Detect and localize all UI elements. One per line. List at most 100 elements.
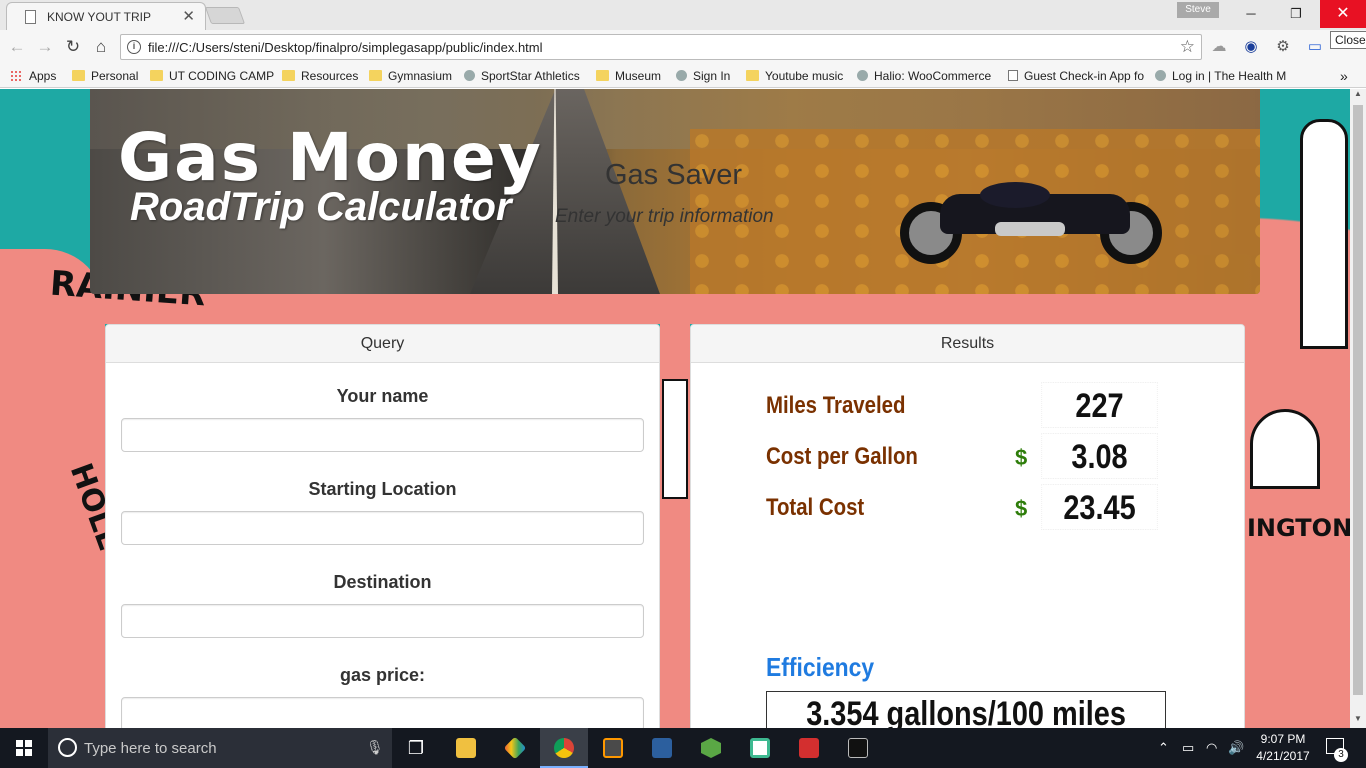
profile-badge[interactable]: Steve xyxy=(1177,2,1219,18)
bookmark-sign-in[interactable]: Sign In xyxy=(676,68,730,84)
close-tooltip: Close xyxy=(1330,31,1366,49)
volume-icon[interactable]: 🔊 xyxy=(1228,728,1244,768)
destination-input[interactable] xyxy=(121,604,644,638)
page-icon xyxy=(25,10,36,24)
bookmark-health[interactable]: Log in | The Health M xyxy=(1155,68,1291,84)
close-window-button[interactable]: ✕ xyxy=(1320,0,1366,28)
minimize-button[interactable]: ─ xyxy=(1228,0,1274,28)
map-decoration-skyscraper xyxy=(1300,119,1348,349)
bookmark-label: UT CODING CAMP xyxy=(169,69,275,83)
show-hidden-icons-icon[interactable]: ⌃ xyxy=(1158,728,1169,768)
gas-price-label: gas price: xyxy=(339,665,426,685)
folder-icon xyxy=(369,70,382,81)
bookmark-ut-coding-camp[interactable]: UT CODING CAMP xyxy=(150,68,274,84)
tab-close-icon[interactable]: ✕ xyxy=(182,7,195,25)
bookmark-personal[interactable]: Personal xyxy=(72,68,138,84)
git-app-icon[interactable] xyxy=(491,728,539,768)
search-placeholder: Type here to search xyxy=(84,740,217,757)
more-bookmarks-icon[interactable]: » xyxy=(1340,68,1348,84)
scrollbar-thumb[interactable] xyxy=(1353,105,1363,695)
bookmark-apps[interactable]: Apps xyxy=(10,68,56,84)
bookmarks-bar: Apps Personal UT CODING CAMP Resources G… xyxy=(0,64,1366,88)
vscode-icon[interactable] xyxy=(638,728,686,768)
folder-icon xyxy=(150,70,163,81)
total-cost-label: Total Cost xyxy=(766,494,865,521)
acrobat-icon[interactable] xyxy=(785,728,833,768)
wifi-icon[interactable]: ◠ xyxy=(1206,728,1217,768)
sublime-text-icon[interactable] xyxy=(589,728,637,768)
query-panel: Query Your name Starting Location Destin… xyxy=(105,324,660,728)
bookmark-label: Sign In xyxy=(693,69,731,83)
file-explorer-icon[interactable] xyxy=(442,728,490,768)
bookmark-label: SportStar Athletics xyxy=(481,69,580,83)
maximize-button[interactable]: ❐ xyxy=(1273,0,1319,28)
scroll-down-icon[interactable]: ▼ xyxy=(1350,714,1366,728)
gas-price-input[interactable] xyxy=(121,697,644,728)
new-tab-button[interactable] xyxy=(204,7,246,24)
motorcycle-tank xyxy=(980,182,1050,208)
forward-icon[interactable]: → xyxy=(34,36,56,58)
miles-traveled-value: 227 xyxy=(1041,382,1158,428)
system-clock[interactable]: 9:07 PM 4/21/2017 xyxy=(1248,731,1318,765)
bookmark-resources[interactable]: Resources xyxy=(282,68,358,84)
cortana-icon xyxy=(58,738,77,757)
microphone-icon[interactable]: 🎙 xyxy=(366,739,384,756)
browser-tab[interactable]: KNOW YOUT TRIP ✕ xyxy=(6,2,206,30)
cast-icon[interactable]: ▭ xyxy=(1306,38,1324,56)
miles-traveled-label: Miles Traveled xyxy=(766,392,906,419)
halio-icon xyxy=(857,70,868,81)
destination-label: Destination xyxy=(333,572,432,592)
bookmark-gymnasium[interactable]: Gymnasium xyxy=(369,68,452,84)
url-text[interactable]: file:///C:/Users/steni/Desktop/finalpro/… xyxy=(148,40,543,55)
bookmark-museum[interactable]: Museum xyxy=(596,68,661,84)
address-bar[interactable]: i file:///C:/Users/steni/Desktop/finalpr… xyxy=(120,34,1202,60)
extension-circle-icon[interactable]: ◉ xyxy=(1242,38,1260,56)
scroll-up-icon[interactable]: ▲ xyxy=(1350,89,1366,103)
bookmark-halio[interactable]: Halio: WooCommerce xyxy=(857,68,991,84)
map-decoration-building xyxy=(662,379,688,499)
bookmark-label: Personal xyxy=(91,69,139,83)
efficiency-value-box: 3.354 gallons/100 miles xyxy=(766,691,1166,728)
map-decoration-capitol xyxy=(1250,409,1320,489)
start-button[interactable] xyxy=(0,728,48,768)
bookmark-youtube-music[interactable]: Youtube music xyxy=(746,68,843,84)
settings-gear-icon[interactable]: ⚙ xyxy=(1274,38,1292,56)
home-icon[interactable]: ⌂ xyxy=(90,36,112,58)
motorcycle-engine xyxy=(995,222,1065,236)
reload-icon[interactable]: ↻ xyxy=(62,36,84,58)
info-icon[interactable]: i xyxy=(127,40,141,54)
task-view-icon[interactable]: ❐ xyxy=(392,728,440,768)
bookmark-star-icon[interactable]: ☆ xyxy=(1180,37,1195,57)
slack-icon[interactable] xyxy=(736,728,784,768)
battery-icon[interactable]: ▭ xyxy=(1182,728,1194,768)
folder-icon xyxy=(596,70,609,81)
instruction-text: Enter your trip information xyxy=(555,206,774,227)
starting-location-label: Starting Location xyxy=(308,479,457,499)
efficiency-label: Efficiency xyxy=(766,652,875,682)
bookmark-label: Apps xyxy=(29,69,57,83)
bookmark-label: Gymnasium xyxy=(388,69,453,83)
health-icon xyxy=(1155,70,1166,81)
bookmark-label: Museum xyxy=(615,69,662,83)
chrome-icon[interactable] xyxy=(540,728,588,768)
bookmark-guest-checkin[interactable]: Guest Check-in App fo xyxy=(1008,68,1144,84)
map-region-center xyxy=(660,289,690,728)
terminal-icon[interactable] xyxy=(834,728,882,768)
sign-in-icon xyxy=(676,70,687,81)
apps-icon xyxy=(10,70,23,81)
results-heading: Results xyxy=(691,325,1244,363)
tab-title: KNOW YOUT TRIP xyxy=(47,10,152,24)
back-icon[interactable]: ← xyxy=(6,36,28,58)
extension-cloud-icon[interactable]: ☁ xyxy=(1210,38,1228,56)
bookmark-sportstar[interactable]: SportStar Athletics xyxy=(464,68,580,84)
node-icon[interactable] xyxy=(687,728,735,768)
folder-icon xyxy=(282,70,295,81)
starting-location-input[interactable] xyxy=(121,511,644,545)
sportstar-icon xyxy=(464,70,475,81)
page-scrollbar[interactable]: ▲ ▼ xyxy=(1350,89,1366,728)
map-decoration-ington: INGTON xyxy=(1247,514,1350,542)
motorcycle-image xyxy=(900,174,1180,269)
name-input[interactable] xyxy=(121,418,644,452)
cost-per-gallon-label: Cost per Gallon xyxy=(766,443,918,470)
taskbar-search[interactable]: Type here to search 🎙 xyxy=(48,728,392,768)
